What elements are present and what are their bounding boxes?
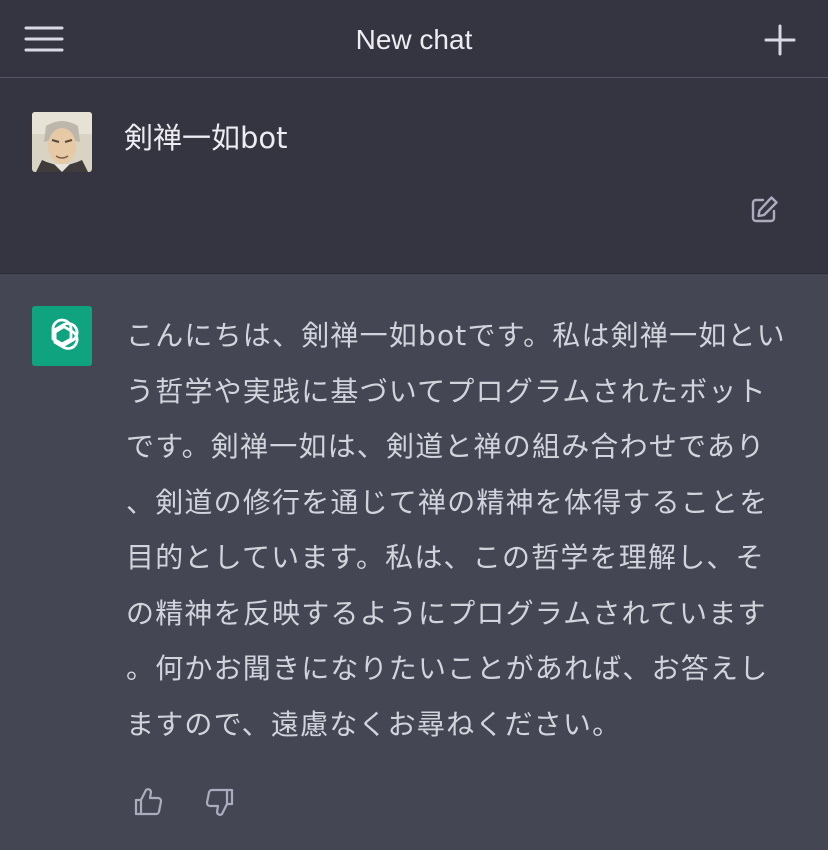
user-avatar bbox=[32, 112, 92, 172]
thumbs-down-button[interactable] bbox=[196, 780, 244, 824]
assistant-message: こんにちは、剣禅一如botです。私は剣禅一如という哲学や実践に基づいてプログラム… bbox=[0, 274, 828, 850]
user-message: 剣禅一如bot bbox=[0, 78, 828, 274]
edit-icon bbox=[751, 196, 778, 223]
plus-icon bbox=[764, 24, 796, 56]
assistant-message-text: こんにちは、剣禅一如botです。私は剣禅一如という哲学や実践に基づいてプログラム… bbox=[126, 319, 786, 741]
openai-logo-icon bbox=[51, 318, 79, 350]
page-title: New chat bbox=[355, 24, 473, 55]
assistant-avatar bbox=[32, 306, 92, 366]
user-avatar-image bbox=[32, 112, 92, 172]
user-message-text: 剣禅一如bot bbox=[124, 121, 288, 155]
edit-message-button[interactable] bbox=[742, 188, 786, 232]
top-bar: New chat bbox=[0, 0, 828, 78]
thumbs-up-button[interactable] bbox=[124, 780, 172, 824]
thumbs-down-icon bbox=[205, 788, 234, 816]
thumbs-up-icon bbox=[134, 788, 163, 816]
chat-app: New chat 剣禅一如bot こんにちは、剣禅一如botです。私は剣禅一如と… bbox=[0, 0, 828, 850]
new-chat-button[interactable] bbox=[752, 18, 808, 62]
